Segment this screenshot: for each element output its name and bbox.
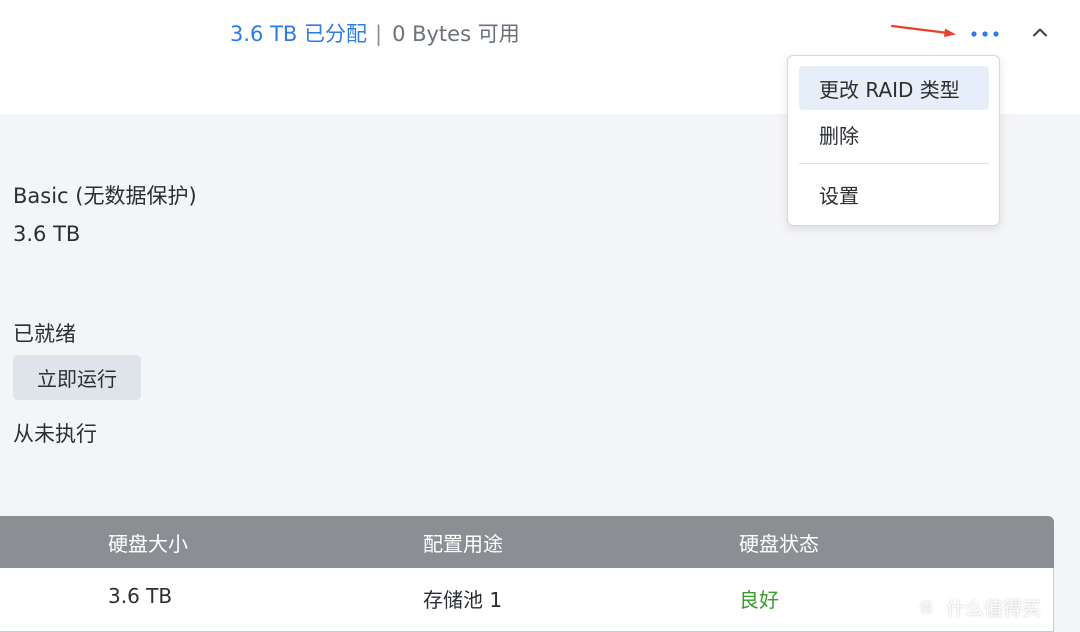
annotation-arrow-icon xyxy=(890,24,956,37)
menu-item-delete[interactable]: 删除 xyxy=(799,112,989,156)
last-run-value: 从未执行 xyxy=(13,422,97,446)
more-options-menu: 更改 RAID 类型 删除 设置 xyxy=(787,55,1000,226)
menu-divider xyxy=(799,163,989,164)
disk-size-cell: 3.6 TB xyxy=(108,584,173,608)
more-horizontal-icon xyxy=(971,31,999,37)
run-now-button[interactable]: 立即运行 xyxy=(13,355,141,400)
more-options-button[interactable] xyxy=(964,20,1006,48)
watermark: 值 什么值得买 xyxy=(912,590,1041,624)
storage-pool-page: 3.6 TB 已分配 | 0 Bytes 可用 Basic (无数据保护) 3.6 … xyxy=(0,0,1080,632)
capacity-value: 3.6 TB xyxy=(13,222,81,246)
data-scrubbing-status: 已就绪 xyxy=(13,322,76,346)
menu-item-change-raid-type[interactable]: 更改 RAID 类型 xyxy=(799,66,989,110)
chevron-up-icon xyxy=(1033,28,1047,37)
table-header: 硬盘大小 配置用途 硬盘状态 xyxy=(0,516,1054,568)
available-text: 0 Bytes 可用 xyxy=(392,22,520,46)
raid-type-value: Basic (无数据保护) xyxy=(13,184,197,208)
table-row[interactable]: 3.6 TB 存储池 1 良好 xyxy=(0,568,1054,632)
watermark-text: 什么值得买 xyxy=(946,597,1042,620)
disk-table: 硬盘大小 配置用途 硬盘状态 3.6 TB 存储池 1 良好 xyxy=(0,516,1054,632)
allocation-summary: 3.6 TB 已分配 | 0 Bytes 可用 xyxy=(230,20,520,48)
column-header-disk-status[interactable]: 硬盘状态 xyxy=(739,528,819,557)
column-header-disk-size[interactable]: 硬盘大小 xyxy=(108,528,188,557)
watermark-logo-icon: 值 xyxy=(913,594,939,620)
column-header-usage[interactable]: 配置用途 xyxy=(423,528,503,557)
collapse-button[interactable] xyxy=(1024,18,1056,46)
disk-status-cell: 良好 xyxy=(739,588,779,612)
summary-separator: | xyxy=(374,22,383,46)
usage-cell: 存储池 1 xyxy=(423,588,503,612)
watermark-logo-char: 值 xyxy=(919,600,932,616)
menu-item-settings[interactable]: 设置 xyxy=(799,172,989,216)
allocated-text: 3.6 TB 已分配 xyxy=(230,22,367,46)
